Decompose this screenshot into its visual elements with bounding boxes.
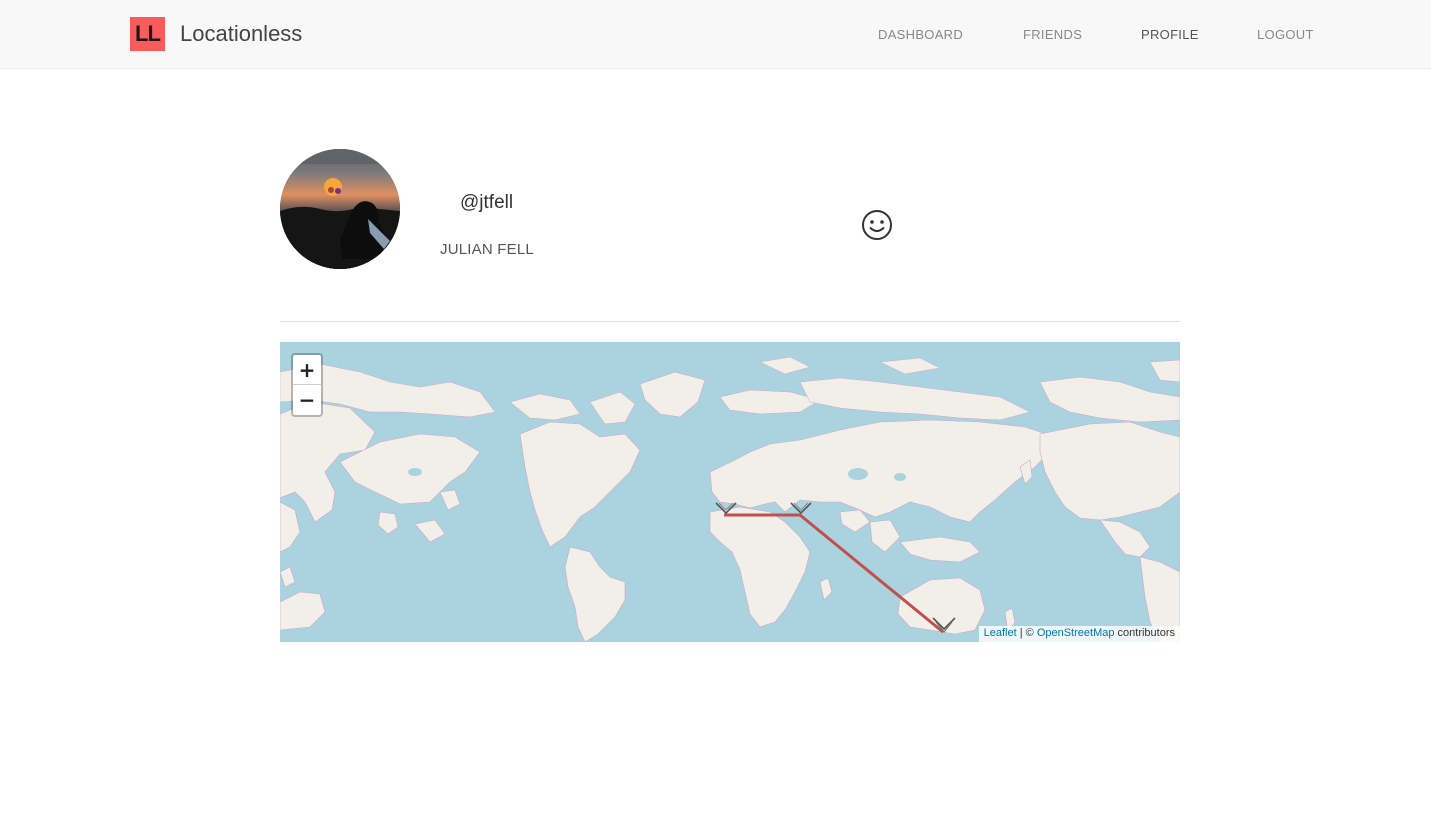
brand[interactable]: LL Locationless xyxy=(130,17,302,51)
smiley-icon[interactable] xyxy=(860,208,894,242)
nav-logout[interactable]: LOGOUT xyxy=(1257,27,1314,42)
profile-handle: @jtfell xyxy=(460,192,514,213)
map-marker-icon[interactable] xyxy=(715,502,737,518)
section-divider xyxy=(280,321,1180,322)
attribution-suffix: contributors xyxy=(1114,627,1175,639)
profile-full-name: JULIAN FELL xyxy=(440,241,534,258)
nav-profile[interactable]: PROFILE xyxy=(1141,27,1199,42)
nav-friends[interactable]: FRIENDS xyxy=(1023,27,1082,42)
map-attribution: Leaflet | © OpenStreetMap contributors xyxy=(978,626,1180,642)
zoom-out-button[interactable]: − xyxy=(293,385,321,415)
map-marker-icon[interactable] xyxy=(932,617,956,635)
zoom-in-button[interactable]: + xyxy=(293,355,321,385)
attribution-separator: | © xyxy=(1016,627,1037,639)
world-map-tiles xyxy=(280,356,1180,642)
avatar xyxy=(280,149,400,269)
openstreetmap-link[interactable]: OpenStreetMap xyxy=(1037,627,1115,639)
app-name[interactable]: Locationless xyxy=(180,21,302,47)
zoom-control: + − xyxy=(291,353,323,417)
app-logo[interactable]: LL xyxy=(130,17,165,51)
avatar-photo xyxy=(280,149,400,269)
travel-map[interactable]: + − Leaflet | © OpenStreetMap contributo… xyxy=(280,342,1180,642)
map-marker-icon[interactable] xyxy=(790,502,812,518)
leaflet-link[interactable]: Leaflet xyxy=(984,627,1017,639)
top-navbar: LL Locationless DASHBOARD FRIENDS PROFIL… xyxy=(0,0,1431,69)
nav-dashboard[interactable]: DASHBOARD xyxy=(878,27,963,42)
